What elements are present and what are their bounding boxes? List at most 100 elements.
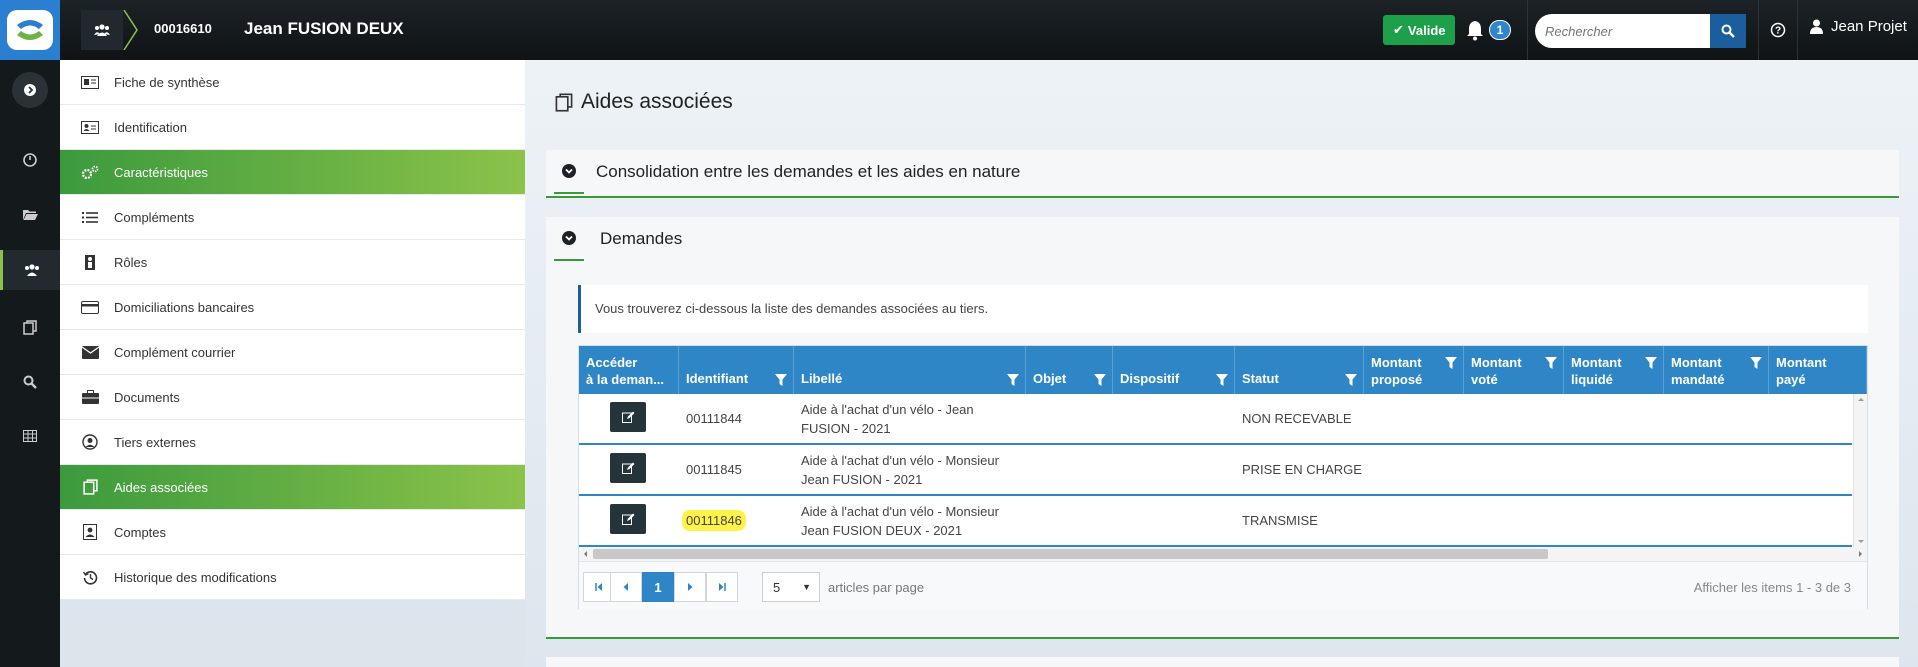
user-menu[interactable]: Jean Projet [1810, 18, 1907, 35]
next-page-button[interactable] [674, 572, 706, 602]
user-icon [1810, 19, 1823, 34]
dashboard-icon[interactable] [0, 140, 60, 180]
sidebar-item-comptes[interactable]: Comptes [60, 510, 525, 555]
panel-header[interactable]: Consolidation entre les demandes et les … [546, 150, 1899, 194]
edit-icon [621, 513, 634, 525]
notification-count[interactable]: 1 [1489, 20, 1511, 40]
tiers-id: 00016610 [154, 21, 212, 36]
cell-libelle: Aide à l'achat d'un vélo - Jean FUSION - … [801, 401, 974, 436]
pager: 1 5 ▼ articles par page Afficher les ite… [579, 561, 1867, 609]
status-badge: ✔ Valide [1383, 15, 1456, 45]
search-icon [1721, 24, 1735, 38]
filter-icon[interactable] [1094, 373, 1106, 386]
page-button-current[interactable]: 1 [642, 572, 674, 602]
page-title: Aides associées [555, 90, 733, 114]
sidebar-item-aides-associees[interactable]: Aides associées [60, 465, 525, 510]
last-page-button[interactable] [706, 572, 738, 602]
sidebar-item-complement-courrier[interactable]: Complément courrier [60, 330, 525, 375]
column-header[interactable]: Montant voté [1464, 346, 1564, 394]
sidebar-item-complements[interactable]: Compléments [60, 195, 525, 240]
edit-icon [621, 411, 634, 423]
filter-icon[interactable] [1445, 356, 1457, 369]
prev-page-icon [623, 583, 628, 591]
column-header[interactable]: Montant liquidé [1564, 346, 1664, 394]
filter-icon[interactable] [1345, 373, 1357, 386]
chevron-down-icon [562, 164, 576, 178]
vertical-scrollbar[interactable] [1853, 394, 1867, 547]
column-header[interactable]: Montant payé [1769, 346, 1867, 394]
column-header[interactable]: Statut [1235, 346, 1364, 394]
panel-header[interactable]: Demandes [546, 217, 1899, 261]
user-role-icon [80, 254, 100, 270]
help-icon[interactable]: ? [1770, 22, 1786, 38]
column-header[interactable]: Montant mandaté [1664, 346, 1769, 394]
consolidation-panel: Consolidation entre les demandes et les … [546, 150, 1899, 198]
bell-icon[interactable] [1466, 19, 1484, 41]
search-button[interactable] [1710, 14, 1746, 48]
sidebar-item-domiciliations-bancaires[interactable]: Domiciliations bancaires [60, 285, 525, 330]
filter-icon[interactable] [1645, 356, 1657, 369]
folder-icon[interactable] [0, 195, 60, 235]
cell-statut: TRANSMISE [1242, 513, 1318, 528]
open-demande-button[interactable] [610, 453, 646, 483]
tiers-users-icon[interactable] [0, 250, 60, 290]
credit-card-icon [80, 299, 100, 315]
filter-icon[interactable] [1545, 356, 1557, 369]
open-demande-button[interactable] [610, 504, 646, 534]
table-row[interactable]: 00111844 Aide à l'achat d'un vélo - Jean F… [579, 394, 1852, 445]
logo-icon [7, 10, 53, 50]
sidebar-item-label: Aides associées [114, 479, 208, 495]
sidebar-item-identification[interactable]: Identification [60, 105, 525, 150]
sidebar-item-label: Comptes [114, 524, 167, 540]
prev-page-button[interactable] [610, 572, 642, 602]
aides-copy-icon[interactable] [0, 307, 60, 347]
column-header[interactable]: Identifiant [679, 346, 794, 394]
collapse-button[interactable] [554, 217, 584, 261]
cell-libelle: Aide à l'achat d'un vélo - Monsieur Jean … [801, 452, 999, 487]
open-demande-button[interactable] [610, 402, 646, 432]
column-header[interactable]: Objet [1026, 346, 1113, 394]
chevron-down-icon [562, 231, 576, 245]
sidebar-item-fiche-de-synthese[interactable]: Fiche de synthèse [60, 60, 525, 105]
briefcase-icon [80, 389, 100, 405]
sidebar-item-caracteristiques[interactable]: Caractéristiques [60, 150, 525, 195]
sidebar-item-label: Complément courrier [114, 344, 236, 360]
horizontal-scrollbar[interactable] [579, 547, 1867, 561]
filter-icon[interactable] [1750, 356, 1762, 369]
cell-identifiant: 00111846 [679, 496, 794, 545]
collapse-button[interactable] [554, 150, 584, 194]
scrollbar-thumb[interactable] [593, 549, 1548, 559]
table-icon[interactable] [0, 416, 60, 456]
sidebar-item-roles[interactable]: Rôles [60, 240, 525, 285]
app-logo[interactable] [0, 0, 60, 60]
cell-identifiant: 00111845 [686, 462, 742, 477]
sidebar-item-tiers-externes[interactable]: Tiers externes [60, 420, 525, 465]
filter-icon[interactable] [1007, 373, 1019, 386]
icon-rail [0, 60, 60, 667]
search-rail-icon[interactable] [0, 362, 60, 402]
account-icon [80, 524, 100, 540]
sidebar-item-label: Tiers externes [114, 434, 196, 450]
history-icon [80, 569, 100, 585]
pager-info: Afficher les items 1 - 3 de 3 [1693, 580, 1851, 595]
sidebar-item-label: Identification [114, 119, 187, 135]
column-header[interactable]: Libellé [794, 346, 1026, 394]
sidebar-item-label: Fiche de synthèse [114, 74, 220, 90]
page-size-select[interactable]: 5 ▼ [762, 572, 820, 602]
sidebar-toggle-button[interactable] [12, 72, 48, 108]
table-row[interactable]: 00111846 Aide à l'achat d'un vélo - Monsi… [579, 496, 1852, 547]
sidebar-item-documents[interactable]: Documents [60, 375, 525, 420]
main-content: Aides associées Consolidation entre les … [525, 60, 1918, 667]
search-input[interactable] [1545, 21, 1705, 41]
tiers-group-icon[interactable] [81, 10, 123, 50]
sidebar-item-historique-des-modifications[interactable]: Historique des modifications [60, 555, 525, 600]
filter-icon[interactable] [1216, 373, 1228, 386]
divider [1758, 0, 1759, 60]
column-header[interactable]: Dispositif [1113, 346, 1235, 394]
divider [1797, 0, 1798, 60]
sidebar-item-label: Caractéristiques [114, 164, 208, 180]
column-header[interactable]: Montant proposé [1364, 346, 1464, 394]
filter-icon[interactable] [775, 373, 787, 386]
column-header[interactable]: Accéder à la deman... [579, 346, 679, 394]
table-row[interactable]: 00111845 Aide à l'achat d'un vélo - Monsi… [579, 445, 1852, 496]
